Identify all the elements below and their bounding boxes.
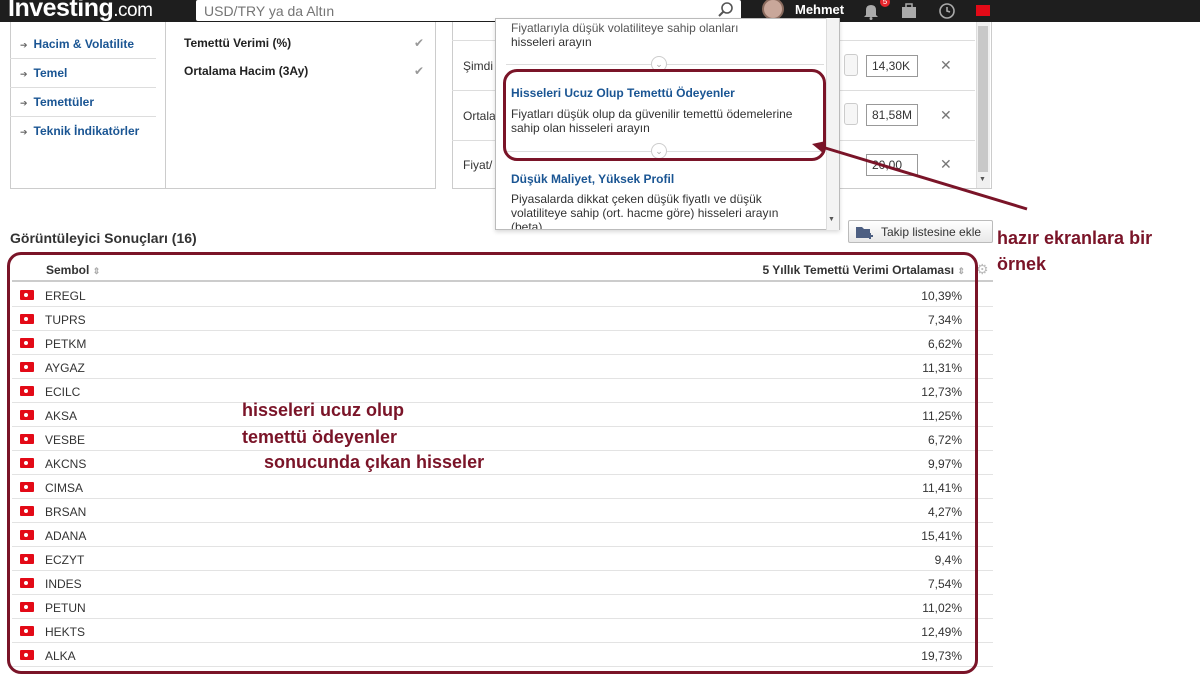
criteria-option-label: Temettü Verimi (%): [184, 36, 292, 50]
portfolio-icon[interactable]: [900, 2, 918, 20]
criteria-option-ortalama-hacim[interactable]: Ortalama Hacim (3Ay) ✔: [184, 64, 424, 78]
criteria-option-label: Ortalama Hacim (3Ay): [184, 64, 309, 78]
category-label: Temettüler: [33, 95, 95, 109]
category-label: Teknik İndikatörler: [33, 124, 140, 138]
criteria-row-label: Şimdi: [463, 59, 494, 73]
range-slider-handle[interactable]: [844, 54, 858, 76]
category-item-temettuler[interactable]: ➔ Temettüler: [10, 88, 156, 117]
category-label: Hacim & Volatilite: [33, 37, 135, 51]
dropdown-item-description: Fiyatlarıyla düşük volatiliteye sahip ol…: [511, 21, 739, 35]
annotation-text: sonucunda çıkan hisseler: [264, 452, 485, 472]
dropdown-item-description: hisseleri arayın: [511, 35, 592, 49]
search-input[interactable]: [204, 2, 709, 19]
dropdown-scrollbar[interactable]: [826, 18, 839, 230]
arrow-right-icon: ➔: [20, 40, 28, 50]
results-title: Görüntüleyici Sonuçları (16): [10, 230, 197, 246]
criteria-value-input[interactable]: 81,58M: [866, 104, 918, 126]
annotation-text: örnek: [997, 254, 1047, 274]
category-label: Temel: [33, 66, 68, 80]
user-name[interactable]: Mehmet: [795, 2, 844, 17]
bell-icon[interactable]: [862, 2, 880, 20]
dropdown-item-description: volatiliteye sahip (ort. hacme göre) his…: [511, 206, 779, 220]
remove-criteria-icon[interactable]: ✕: [940, 107, 952, 124]
criteria-value-input[interactable]: 14,30K: [866, 55, 918, 77]
checkmark-icon: ✔: [413, 64, 424, 78]
criteria-option-temettu-verimi[interactable]: Temettü Verimi (%) ✔: [184, 36, 424, 50]
logo-text: Investing: [8, 0, 114, 22]
add-to-watchlist-button[interactable]: Takip listesine ekle: [848, 220, 993, 243]
criteria-value-input[interactable]: 20,00: [866, 154, 918, 176]
category-item-teknik-indikatorler[interactable]: ➔ Teknik İndikatörler: [10, 117, 156, 146]
clock-icon[interactable]: [938, 2, 956, 20]
arrow-right-icon: ➔: [20, 98, 28, 108]
dropdown-item-title[interactable]: Düşük Maliyet, Yüksek Profil: [511, 172, 674, 186]
criteria-row-label: Fiyat/: [463, 158, 493, 172]
watchlist-add-icon: [856, 227, 873, 239]
arrow-right-icon: ➔: [20, 69, 28, 79]
remove-criteria-icon[interactable]: ✕: [940, 156, 952, 173]
remove-criteria-icon[interactable]: ✕: [940, 57, 952, 74]
logo-suffix: .com: [113, 0, 153, 21]
investing-logo[interactable]: Investing.com: [8, 0, 153, 23]
watchlist-button-label: Takip listesine ekle: [881, 225, 982, 239]
scroll-down-arrow-icon[interactable]: ▼: [828, 216, 835, 223]
highlight-box-dropdown-item: [503, 69, 826, 161]
annotation-text: hazır ekranlara bir: [997, 228, 1153, 248]
category-item-hacim-volatilite[interactable]: ➔ Hacim & Volatilite: [10, 30, 156, 59]
search-icon[interactable]: [717, 1, 735, 19]
turkey-flag-icon[interactable]: [976, 5, 990, 16]
category-item-temel[interactable]: ➔ Temel: [10, 59, 156, 88]
criteria-scrollbar-thumb[interactable]: [978, 26, 988, 172]
checkmark-icon: ✔: [413, 36, 424, 50]
highlight-box-results: [7, 252, 978, 674]
criteria-row-label: Ortala: [463, 109, 496, 123]
range-slider-handle[interactable]: [844, 103, 858, 125]
annotation-text: temettü ödeyenler: [242, 427, 398, 447]
annotation-text: hisseleri ucuz olup: [242, 400, 405, 420]
dropdown-item-description: (beta): [511, 220, 543, 230]
arrow-right-icon: ➔: [20, 127, 28, 137]
dropdown-item-description: Piyasalarda dikkat çeken düşük fiyatlı v…: [511, 192, 762, 206]
scroll-down-arrow-icon[interactable]: ▼: [979, 176, 986, 183]
